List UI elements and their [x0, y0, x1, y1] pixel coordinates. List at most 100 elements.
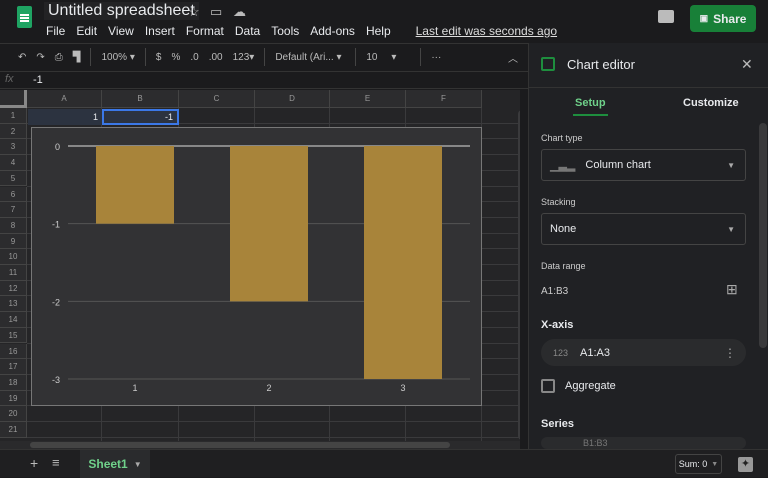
- row-header-14[interactable]: 14: [0, 312, 27, 328]
- bottom-bar: + ≡ Sheet1 ▼ Sum: 0 ▼ ✦: [0, 449, 768, 478]
- comment-icon[interactable]: [658, 10, 674, 23]
- column-header-f[interactable]: F: [406, 90, 482, 108]
- cell-a1[interactable]: 1: [28, 109, 102, 125]
- menu-view[interactable]: View: [108, 24, 134, 38]
- column-header-d[interactable]: D: [255, 90, 330, 108]
- menu-edit[interactable]: Edit: [76, 24, 97, 38]
- row-header-15[interactable]: 15: [0, 327, 27, 344]
- cloud-icon[interactable]: ☁: [233, 4, 246, 20]
- print-icon[interactable]: ⎙: [55, 52, 63, 63]
- row-header-2[interactable]: 2: [0, 123, 27, 140]
- formula-bar: fx -1: [0, 71, 528, 89]
- editor-title: Chart editor: [567, 57, 635, 72]
- chart-editor-panel: Chart editor ✕ Setup Customize Chart typ…: [528, 43, 768, 449]
- stacking-select[interactable]: None ▼: [541, 213, 746, 245]
- row-header-10[interactable]: 10: [0, 249, 27, 265]
- tab-customize[interactable]: Customize: [683, 97, 739, 109]
- bar-3: [364, 146, 442, 379]
- menu-format[interactable]: Format: [186, 24, 224, 38]
- chart-type-select[interactable]: ▁▃▂ Column chart ▼: [541, 149, 746, 181]
- x-tick-label: 1: [132, 383, 137, 393]
- series-range-chip[interactable]: B1:B3: [541, 437, 746, 449]
- more-button[interactable]: ···: [431, 52, 441, 63]
- vertical-scrollbar[interactable]: [518, 110, 520, 440]
- formula-input[interactable]: -1: [33, 74, 43, 86]
- menu-file[interactable]: File: [46, 24, 65, 38]
- percent-button[interactable]: %: [171, 52, 180, 63]
- row-header-16[interactable]: 16: [0, 343, 27, 360]
- currency-button[interactable]: $: [156, 52, 162, 63]
- more-vert-icon: ⋮: [724, 345, 736, 360]
- column-header-c[interactable]: C: [179, 90, 255, 108]
- toolbar: ↶ ↷ ⎙ ▜ 100% ▾ $ % .0 .00 123▾ Default (…: [0, 43, 528, 70]
- menu-addons[interactable]: Add-ons: [310, 24, 355, 38]
- divider: [420, 48, 422, 66]
- aggregate-checkbox[interactable]: [541, 379, 555, 393]
- sheets-logo[interactable]: [17, 6, 32, 28]
- y-tick-label: -2: [52, 297, 60, 307]
- data-range-label: Data range: [541, 261, 586, 271]
- move-folder-icon[interactable]: ▭: [210, 4, 222, 20]
- redo-icon[interactable]: ↷: [36, 52, 44, 63]
- cell-b1[interactable]: -1: [102, 109, 179, 125]
- row-header-11[interactable]: 11: [0, 265, 27, 281]
- row-header-21[interactable]: 21: [0, 422, 27, 438]
- row-header-6[interactable]: 6: [0, 186, 27, 203]
- row-header-18[interactable]: 18: [0, 374, 27, 391]
- star-icon[interactable]: ☆: [188, 4, 200, 20]
- row-header-1[interactable]: 1: [0, 108, 27, 124]
- row-header-19[interactable]: 19: [0, 390, 27, 407]
- row-header-8[interactable]: 8: [0, 217, 27, 234]
- column-header-b[interactable]: B: [102, 90, 179, 108]
- menu-data[interactable]: Data: [235, 24, 260, 38]
- series-heading: Series: [541, 418, 575, 430]
- column-header-e[interactable]: E: [330, 90, 406, 108]
- explore-icon[interactable]: ✦: [738, 457, 753, 472]
- paint-format-icon[interactable]: ▜: [73, 52, 81, 63]
- menu-insert[interactable]: Insert: [145, 24, 175, 38]
- menu-help[interactable]: Help: [366, 24, 391, 38]
- row-header-7[interactable]: 7: [0, 202, 27, 218]
- doc-title[interactable]: Untitled spreadsheet: [44, 2, 199, 20]
- increase-decimal-button[interactable]: .00: [209, 52, 223, 63]
- decrease-decimal-button[interactable]: .0: [190, 52, 198, 63]
- last-edit-link[interactable]: Last edit was seconds ago: [416, 24, 557, 38]
- all-sheets-icon[interactable]: ≡: [52, 455, 60, 470]
- undo-icon[interactable]: ↶: [18, 52, 26, 63]
- column-chart[interactable]: 0 -1 -2 -3 1 2 3: [31, 127, 482, 406]
- row-header-12[interactable]: 12: [0, 280, 27, 297]
- tab-setup[interactable]: Setup: [573, 97, 608, 116]
- menu-tools[interactable]: Tools: [271, 24, 299, 38]
- row-header-4[interactable]: 4: [0, 155, 27, 171]
- collapse-icon[interactable]: ︿: [508, 50, 518, 65]
- panel-scrollbar[interactable]: [759, 123, 767, 348]
- font-select[interactable]: Default (Ari... ▾: [275, 52, 345, 63]
- column-header-a[interactable]: A: [27, 90, 102, 108]
- row-header-9[interactable]: 9: [0, 233, 27, 250]
- x-tick-label: 3: [400, 383, 405, 393]
- row-header-17[interactable]: 17: [0, 359, 27, 375]
- select-all[interactable]: [0, 90, 27, 108]
- row-header-3[interactable]: 3: [0, 139, 27, 156]
- sum-indicator[interactable]: Sum: 0 ▼: [675, 454, 722, 474]
- x-tick-label: 2: [266, 383, 271, 393]
- row-header-20[interactable]: 20: [0, 406, 27, 422]
- font-size-select[interactable]: 10 ▾: [366, 52, 410, 63]
- divider: [355, 48, 357, 66]
- data-range-value[interactable]: A1:B3: [541, 286, 568, 297]
- grid-select-icon[interactable]: ⊞: [726, 281, 738, 298]
- lock-icon: ▣: [699, 13, 709, 23]
- chart-editor-icon: [541, 57, 555, 71]
- share-button[interactable]: ▣ Share: [690, 5, 756, 32]
- sheet-tab-sheet1[interactable]: Sheet1 ▼: [80, 450, 150, 478]
- zoom-select[interactable]: 100% ▾: [101, 52, 134, 63]
- row-header-13[interactable]: 13: [0, 296, 27, 313]
- y-tick-label: -1: [52, 220, 60, 230]
- fx-icon: fx: [5, 73, 14, 85]
- add-sheet-icon[interactable]: +: [30, 455, 38, 471]
- horizontal-scrollbar[interactable]: [0, 441, 520, 449]
- xaxis-range-chip[interactable]: 123 A1:A3 ⋮: [541, 339, 746, 366]
- row-header-5[interactable]: 5: [0, 170, 27, 187]
- close-icon[interactable]: ✕: [741, 56, 753, 73]
- more-formats-button[interactable]: 123▾: [233, 52, 255, 63]
